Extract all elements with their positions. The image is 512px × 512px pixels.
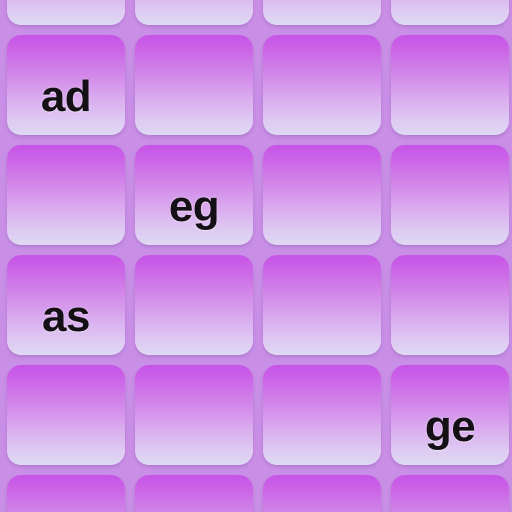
- tile-grid-viewport[interactable]: ad eg as ge: [0, 0, 512, 512]
- grid-tile[interactable]: [263, 255, 381, 355]
- tile-label: as: [42, 292, 90, 341]
- grid-tile[interactable]: as: [7, 255, 125, 355]
- grid-tile[interactable]: [263, 145, 381, 245]
- grid-tile[interactable]: [7, 475, 125, 512]
- grid-tile[interactable]: [391, 0, 509, 25]
- grid-tile[interactable]: [135, 365, 253, 465]
- grid-tile[interactable]: [135, 0, 253, 25]
- tile-label: ge: [424, 402, 476, 451]
- grid-tile[interactable]: [7, 145, 125, 245]
- grid-tile[interactable]: [391, 35, 509, 135]
- grid-tile[interactable]: ge: [391, 365, 509, 465]
- grid-tile[interactable]: [391, 145, 509, 245]
- grid-tile[interactable]: [263, 365, 381, 465]
- grid-tile[interactable]: eg: [135, 145, 253, 245]
- grid-tile[interactable]: [135, 255, 253, 355]
- grid-tile[interactable]: [263, 475, 381, 512]
- tile-label: ad: [40, 72, 92, 121]
- grid-tile[interactable]: [135, 35, 253, 135]
- tile-label: eg: [168, 182, 220, 231]
- grid-tile[interactable]: [391, 255, 509, 355]
- grid-tile[interactable]: [263, 0, 381, 25]
- tile-grid: ad eg as ge: [0, 0, 512, 512]
- grid-tile[interactable]: [7, 365, 125, 465]
- grid-tile[interactable]: ad: [7, 35, 125, 135]
- grid-tile[interactable]: [7, 0, 125, 25]
- grid-tile[interactable]: [391, 475, 509, 512]
- grid-tile[interactable]: [263, 35, 381, 135]
- grid-tile[interactable]: [135, 475, 253, 512]
